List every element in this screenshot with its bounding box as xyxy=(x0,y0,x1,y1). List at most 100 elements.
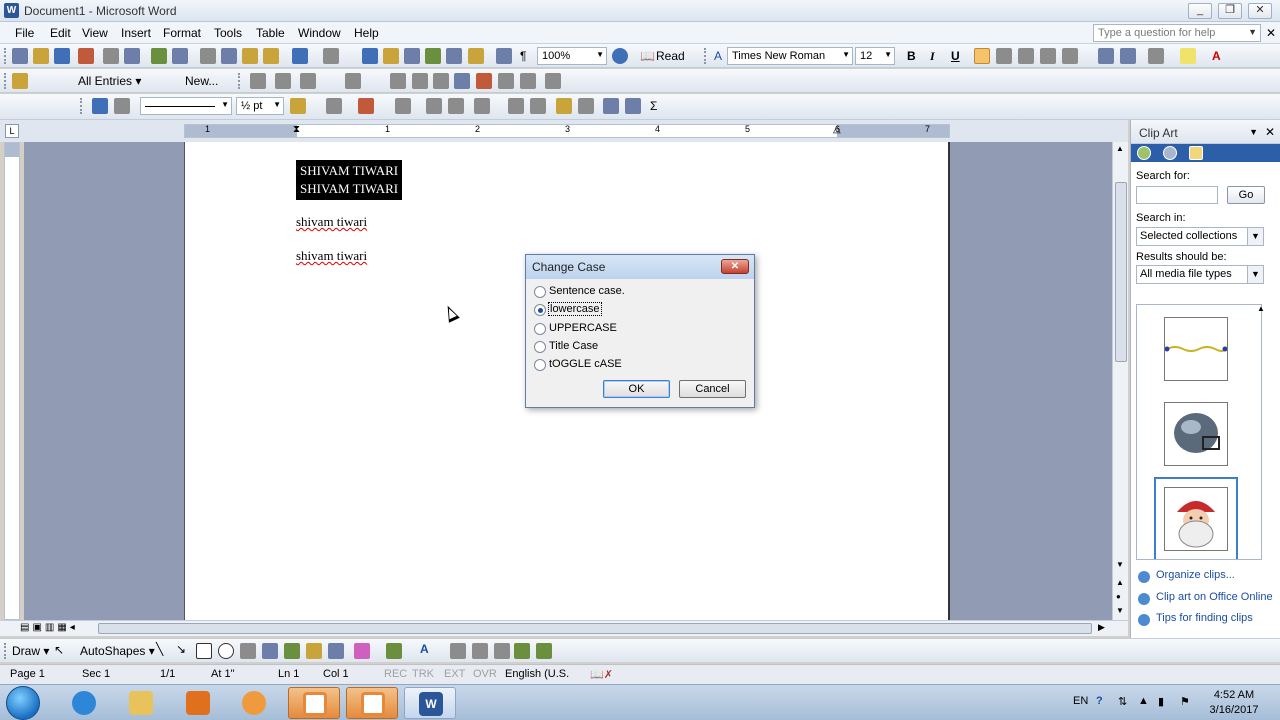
back-icon[interactable] xyxy=(1137,146,1151,160)
undo-icon[interactable] xyxy=(292,48,308,64)
tray-language[interactable]: EN xyxy=(1073,695,1088,707)
toolbar-grip[interactable] xyxy=(80,98,83,114)
dash-style-icon[interactable] xyxy=(472,643,488,659)
clipart-thumb-helmet[interactable] xyxy=(1164,402,1228,466)
close-icon[interactable]: ✕ xyxy=(1265,125,1275,139)
status-language[interactable]: English (U.S. xyxy=(505,668,569,680)
help-icon[interactable] xyxy=(612,48,628,64)
merge-field-icon[interactable] xyxy=(275,73,291,89)
styles-icon[interactable]: A xyxy=(714,49,722,63)
indent-marker-icon[interactable]: ⧗ xyxy=(293,124,300,135)
horizontal-ruler[interactable]: 1 1 2 3 4 5 6 7 ⧗ △ xyxy=(184,124,950,138)
arrow-style-icon[interactable] xyxy=(494,643,510,659)
read-icon[interactable]: 📖 xyxy=(640,49,655,63)
merge-record-icon[interactable] xyxy=(300,73,316,89)
align-left-icon[interactable] xyxy=(974,48,990,64)
taskbar-recorder-2[interactable] xyxy=(346,687,398,719)
scroll-thumb[interactable] xyxy=(1115,182,1127,362)
search-in-select[interactable]: Selected collections ▼ xyxy=(1136,227,1264,246)
restore-button[interactable]: ❐ xyxy=(1218,3,1242,19)
merge-check-icon[interactable] xyxy=(412,73,428,89)
distribute-columns-icon[interactable] xyxy=(530,98,546,114)
taskbar-ie[interactable] xyxy=(58,687,110,719)
search-input[interactable] xyxy=(1136,186,1218,204)
oval-icon[interactable] xyxy=(218,643,234,659)
menu-window[interactable]: Window xyxy=(295,25,344,41)
scroll-up-icon[interactable]: ▲ xyxy=(1116,144,1124,153)
selected-text-block[interactable]: SHIVAM TIWARI SHIVAM TIWARI xyxy=(296,160,403,200)
merge-to-doc-icon[interactable] xyxy=(433,73,449,89)
font-color-icon[interactable]: A xyxy=(1212,49,1221,63)
numbering-icon[interactable] xyxy=(1098,48,1114,64)
highlight-icon[interactable] xyxy=(1180,48,1196,64)
mailmerge-icon[interactable] xyxy=(250,73,266,89)
diagram-icon[interactable] xyxy=(284,643,300,659)
radio-button[interactable] xyxy=(534,359,546,371)
distribute-rows-icon[interactable] xyxy=(508,98,524,114)
autoshapes-button[interactable]: AutoShapes ▾ xyxy=(80,644,155,658)
flag-icon[interactable]: ⚑ xyxy=(1180,695,1190,708)
vertical-scrollbar[interactable]: ▲ ▼ ▲ ● ▼ xyxy=(1112,142,1128,620)
border-color-icon[interactable] xyxy=(290,98,306,114)
forward-icon[interactable] xyxy=(1163,146,1177,160)
spelling-status-icon[interactable]: 📖✗ xyxy=(590,668,613,681)
borders-icon[interactable] xyxy=(1148,48,1164,64)
chevron-down-icon[interactable]: ▼ xyxy=(1248,27,1257,37)
line-icon[interactable]: ╲ xyxy=(156,642,163,656)
tips-link[interactable]: Tips for finding clips xyxy=(1156,612,1253,624)
right-indent-marker-icon[interactable]: △ xyxy=(833,124,841,135)
taskbar-player[interactable] xyxy=(228,687,280,719)
3d-icon[interactable] xyxy=(536,643,552,659)
bold-button[interactable]: B xyxy=(907,49,916,63)
arrow-icon[interactable]: ↘ xyxy=(176,642,186,656)
copy-icon[interactable] xyxy=(221,48,237,64)
clipart-online-link[interactable]: Clip art on Office Online xyxy=(1156,591,1273,603)
chevron-down-icon[interactable]: ▼ xyxy=(842,50,850,59)
insert-table-icon[interactable] xyxy=(395,98,411,114)
clipart-results[interactable] xyxy=(1136,304,1262,560)
chevron-down-icon[interactable]: ▼ xyxy=(273,100,281,109)
autosum-icon[interactable]: Σ xyxy=(650,99,657,113)
sort-ascending-icon[interactable] xyxy=(603,98,619,114)
draw-menu-button[interactable]: Draw ▾ xyxy=(12,644,49,658)
bullets-icon[interactable] xyxy=(1120,48,1136,64)
textbox-icon[interactable] xyxy=(240,643,256,659)
underline-button[interactable]: U xyxy=(951,49,960,63)
chevron-down-icon[interactable]: ▼ xyxy=(596,50,604,59)
menu-format[interactable]: Format xyxy=(160,25,204,41)
justify-icon[interactable] xyxy=(1040,48,1056,64)
ok-button[interactable]: OK xyxy=(603,380,670,398)
permission-icon[interactable] xyxy=(78,48,94,64)
menu-help[interactable]: Help xyxy=(351,25,382,41)
line-weight-combo[interactable]: ½ pt ▼ xyxy=(236,97,284,115)
format-painter-icon[interactable] xyxy=(263,48,279,64)
merge-next-icon[interactable] xyxy=(345,73,361,89)
merge-to-printer-icon[interactable] xyxy=(454,73,470,89)
open-icon[interactable] xyxy=(33,48,49,64)
shading-color-icon[interactable] xyxy=(358,98,374,114)
menu-insert[interactable]: Insert xyxy=(118,25,154,41)
next-page-icon[interactable]: ▼ xyxy=(1116,606,1124,615)
toolbar-grip[interactable] xyxy=(238,73,241,89)
align-icon[interactable] xyxy=(474,98,490,114)
previous-page-icon[interactable]: ▲ xyxy=(1116,578,1124,587)
spelling-icon[interactable] xyxy=(151,48,167,64)
font-color-icon[interactable]: A xyxy=(420,642,429,656)
drawing-icon[interactable] xyxy=(468,48,484,64)
menu-view[interactable]: View xyxy=(79,25,111,41)
shadow-icon[interactable] xyxy=(514,643,530,659)
wordart-icon[interactable] xyxy=(262,643,278,659)
help-search-input[interactable]: Type a question for help ▼ xyxy=(1093,24,1261,42)
minimize-button[interactable]: _ xyxy=(1188,3,1212,19)
zoom-combo[interactable]: 100% ▼ xyxy=(537,47,607,65)
radio-button-selected[interactable] xyxy=(534,304,546,316)
text-direction-icon[interactable] xyxy=(578,98,594,114)
fill-color-icon[interactable] xyxy=(354,643,370,659)
radio-button[interactable] xyxy=(534,341,546,353)
doc-line-4[interactable]: shivam tiwari xyxy=(296,248,367,264)
toolbar-grip[interactable] xyxy=(4,643,7,659)
research-icon[interactable] xyxy=(172,48,188,64)
scroll-right-icon[interactable]: ▶ xyxy=(1098,622,1105,633)
show-hide-icon[interactable]: ¶ xyxy=(520,49,526,63)
dialog-title-bar[interactable]: Change Case ✕ xyxy=(526,255,754,279)
